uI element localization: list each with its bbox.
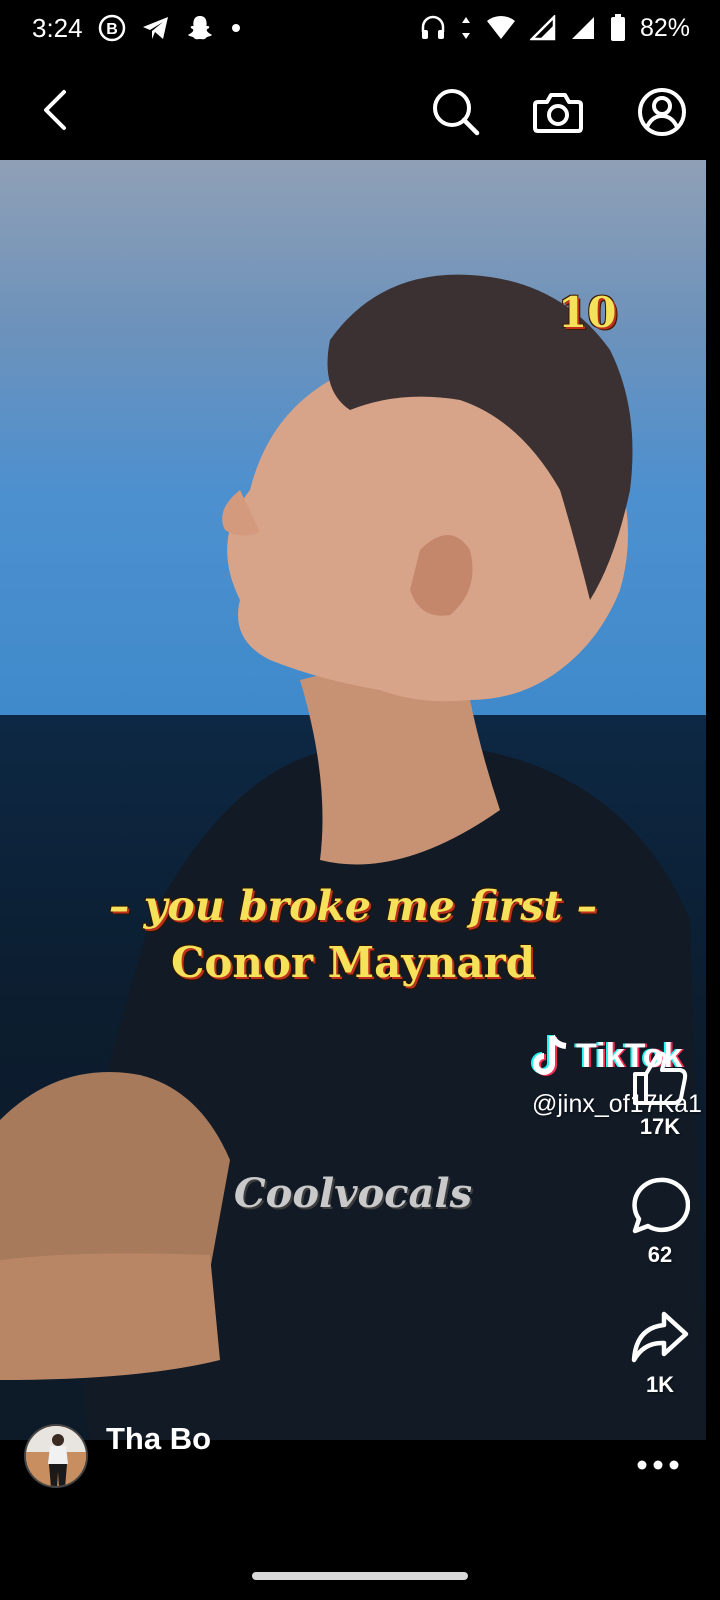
caption-song-title: – you broke me first – [108,882,598,930]
data-arrows-icon [460,15,472,41]
author-avatar[interactable] [24,1424,88,1488]
headphones-icon [420,14,446,42]
wifi-icon [486,15,516,41]
battery-percent: 82% [639,13,690,42]
battery-icon [610,14,626,42]
like-count: 17K [639,1114,681,1139]
coolvocals-watermark: Coolvocals [233,1170,473,1217]
thumbs-up-icon [633,1051,688,1105]
tiktok-logo-icon [531,1034,567,1076]
person-silhouette [0,274,706,1440]
telegram-icon [141,14,171,42]
author-name[interactable]: Tha Bo [106,1421,211,1457]
reels-screen: 3:24 B 82% 10 – you broke me first – Con… [0,0,720,1600]
signal-icon [570,15,596,41]
profile-icon [638,88,686,136]
back-arrow-icon [44,90,66,130]
svg-text:B: B [106,21,118,38]
post-author[interactable]: Tha Bo [24,1421,211,1488]
more-dots-icon [637,1460,679,1470]
dot-icon [229,21,243,35]
rank-number: 10 [558,288,617,337]
video-player[interactable]: 10 – you broke me first – Conor Maynard … [0,160,706,1440]
comment-count: 62 [647,1242,673,1267]
top-app-bar [0,60,720,160]
profile-button[interactable] [636,86,688,138]
comment-button[interactable]: 62 [620,1176,700,1268]
comment-bubble-icon [632,1177,690,1234]
snapchat-icon [185,13,215,43]
status-time: 3:24 [32,12,83,43]
like-button[interactable]: 17K [620,1048,700,1140]
search-icon [433,89,480,136]
signal-icon [529,15,556,41]
b-notification-icon: B [97,13,127,43]
search-button[interactable] [430,86,482,138]
share-button[interactable]: 1K [620,1310,700,1398]
status-bar: 3:24 B 82% [0,0,720,56]
camera-button[interactable] [532,86,584,138]
camera-icon [533,93,583,133]
back-button[interactable] [36,88,76,132]
status-right: 82% [420,14,690,43]
status-left: 3:24 B [32,13,243,44]
avatar-image [26,1426,86,1486]
share-arrow-icon [631,1311,689,1363]
home-indicator[interactable] [252,1572,468,1580]
caption-artist: Conor Maynard [170,938,536,987]
share-count: 1K [645,1372,675,1397]
more-options-button[interactable] [636,1454,680,1476]
